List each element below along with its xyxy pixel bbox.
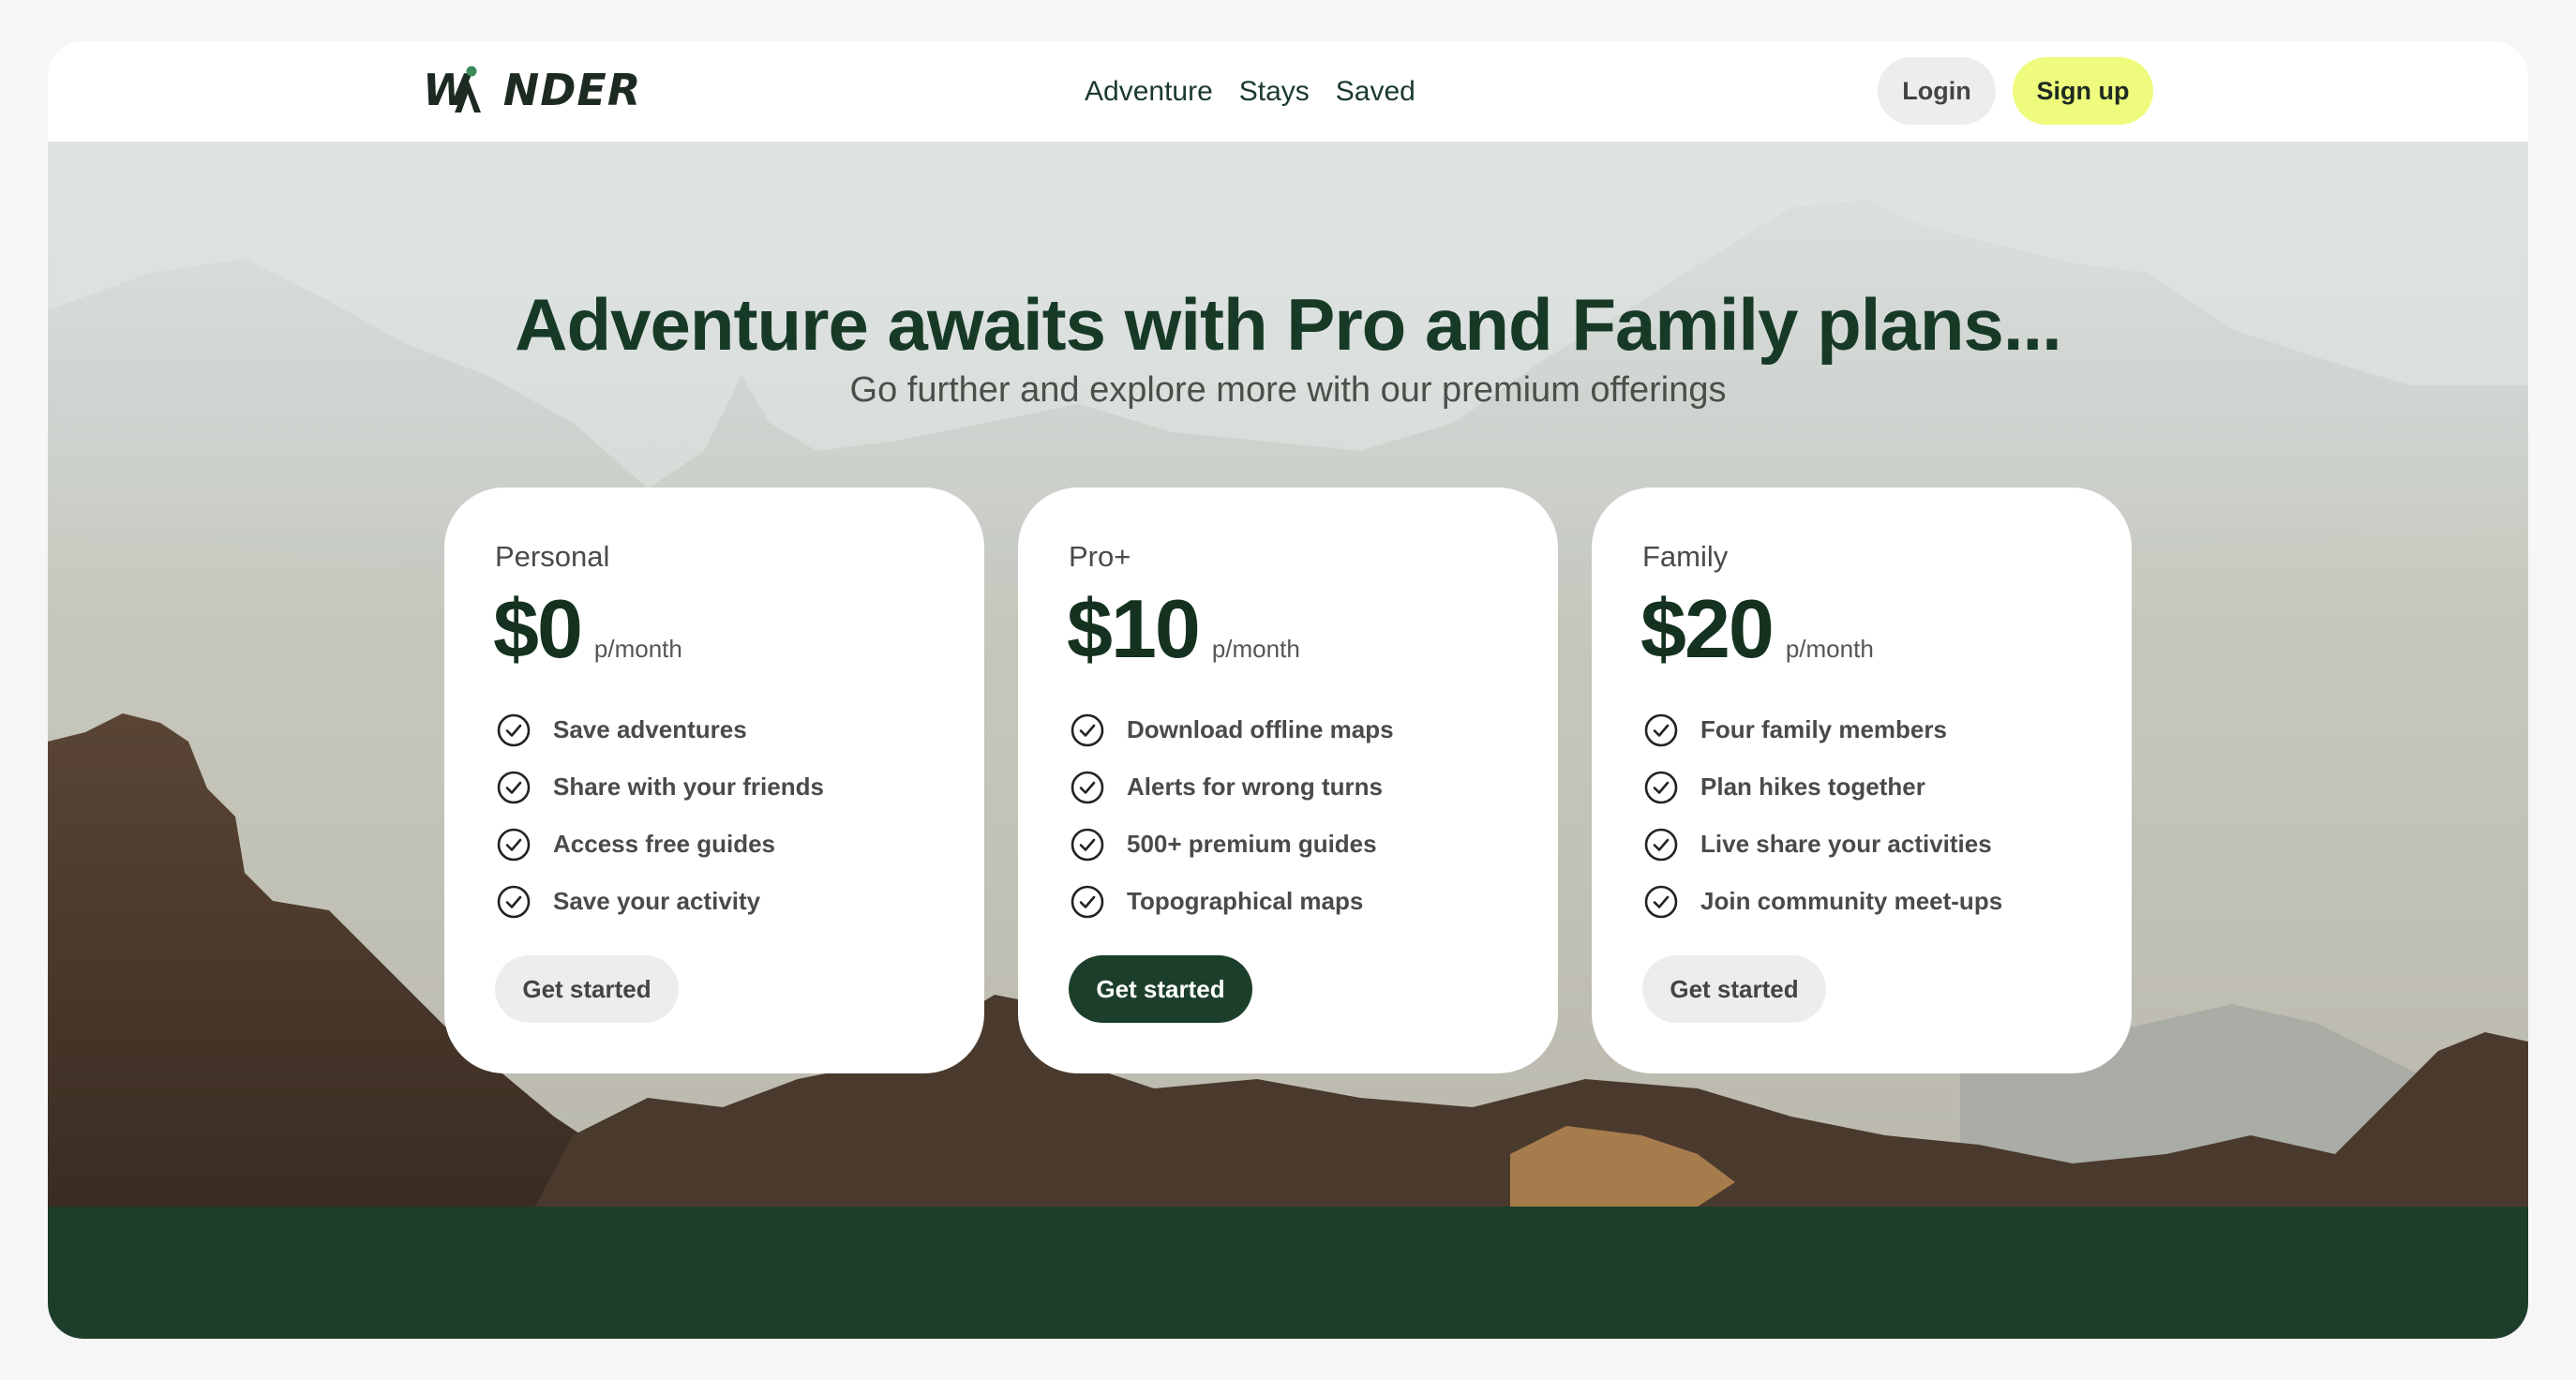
- nav-stays[interactable]: Stays: [1239, 68, 1310, 116]
- check-circle-icon: [1644, 828, 1678, 861]
- wander-logo[interactable]: W NDER: [423, 60, 641, 120]
- hero-section: Adventure awaits with Pro and Family pla…: [48, 142, 2528, 1207]
- feature-text: Four family members: [1700, 715, 1947, 743]
- price-amount: $0: [493, 582, 583, 675]
- login-button[interactable]: Login: [1878, 57, 1996, 125]
- feature-list: Four family members Plan hikes together …: [1642, 701, 2002, 930]
- get-started-button-family[interactable]: Get started: [1642, 955, 1826, 1023]
- hiker-logo-icon: [455, 66, 481, 112]
- feature-list: Download offline maps Alerts for wrong t…: [1069, 701, 1394, 930]
- feature-text: Share with your friends: [553, 772, 824, 801]
- nav-adventure[interactable]: Adventure: [1085, 68, 1213, 116]
- feature-item: 500+ premium guides: [1069, 816, 1394, 873]
- get-started-button-personal[interactable]: Get started: [495, 955, 679, 1023]
- feature-item: Plan hikes together: [1642, 758, 2002, 816]
- price-period: p/month: [1211, 635, 1300, 663]
- plan-name: Personal: [495, 540, 610, 573]
- hero-subheadline: Go further and explore more with our pre…: [849, 370, 1727, 410]
- feature-item: Live share your activities: [1642, 816, 2002, 873]
- price-amount: $10: [1067, 582, 1201, 675]
- plan-name: Pro+: [1069, 540, 1131, 573]
- page-frame: W NDER Adventure Stays Saved Login Sign u…: [48, 41, 2528, 1339]
- check-circle-icon: [497, 713, 531, 746]
- plan-card-pro-plus: Pro+ $10 p/month Download offline maps Al…: [1018, 488, 1558, 1073]
- feature-list: Save adventures Share with your friends …: [495, 701, 824, 930]
- feature-text: Live share your activities: [1700, 830, 1992, 858]
- footer-band: [48, 1207, 2528, 1339]
- price-period: p/month: [593, 635, 682, 663]
- check-circle-icon: [1071, 885, 1104, 918]
- check-circle-icon: [1071, 713, 1104, 746]
- feature-text: Access free guides: [553, 830, 776, 858]
- feature-text: 500+ premium guides: [1127, 830, 1377, 858]
- feature-text: Download offline maps: [1127, 715, 1394, 743]
- plan-price: $0 p/month: [493, 578, 682, 700]
- hero-headline: Adventure awaits with Pro and Family pla…: [515, 283, 2062, 366]
- check-circle-icon: [497, 828, 531, 861]
- check-circle-icon: [497, 885, 531, 918]
- check-circle-icon: [1644, 885, 1678, 918]
- feature-text: Plan hikes together: [1700, 772, 1925, 801]
- check-circle-icon: [1644, 713, 1678, 746]
- feature-text: Alerts for wrong turns: [1127, 772, 1384, 801]
- plan-name: Family: [1642, 540, 1729, 573]
- feature-text: Topographical maps: [1127, 887, 1364, 915]
- top-nav-bar: W NDER Adventure Stays Saved Login Sign u…: [48, 41, 2528, 142]
- signup-button[interactable]: Sign up: [2013, 57, 2153, 125]
- feature-text: Save your activity: [553, 887, 761, 915]
- get-started-button-pro-plus[interactable]: Get started: [1069, 955, 1252, 1023]
- feature-item: Download offline maps: [1069, 701, 1394, 758]
- feature-item: Topographical maps: [1069, 873, 1394, 930]
- nav-saved[interactable]: Saved: [1336, 68, 1415, 116]
- feature-item: Access free guides: [495, 816, 824, 873]
- price-period: p/month: [1785, 635, 1874, 663]
- price-amount: $20: [1640, 582, 1775, 675]
- plan-price: $20 p/month: [1640, 578, 1874, 700]
- feature-text: Join community meet-ups: [1700, 887, 2003, 915]
- feature-item: Save adventures: [495, 701, 824, 758]
- feature-text: Save adventures: [553, 715, 747, 743]
- feature-item: Join community meet-ups: [1642, 873, 2002, 930]
- plan-card-personal: Personal $0 p/month Save adventures Share…: [444, 488, 984, 1073]
- check-circle-icon: [1644, 771, 1678, 803]
- feature-item: Share with your friends: [495, 758, 824, 816]
- feature-item: Four family members: [1642, 701, 2002, 758]
- plan-price: $10 p/month: [1067, 578, 1300, 700]
- main-nav: Adventure Stays Saved: [1085, 68, 1415, 116]
- check-circle-icon: [1071, 828, 1104, 861]
- feature-item: Alerts for wrong turns: [1069, 758, 1394, 816]
- plan-card-family: Family $20 p/month Four family members Pl…: [1592, 488, 2132, 1073]
- feature-item: Save your activity: [495, 873, 824, 930]
- check-circle-icon: [497, 771, 531, 803]
- check-circle-icon: [1071, 771, 1104, 803]
